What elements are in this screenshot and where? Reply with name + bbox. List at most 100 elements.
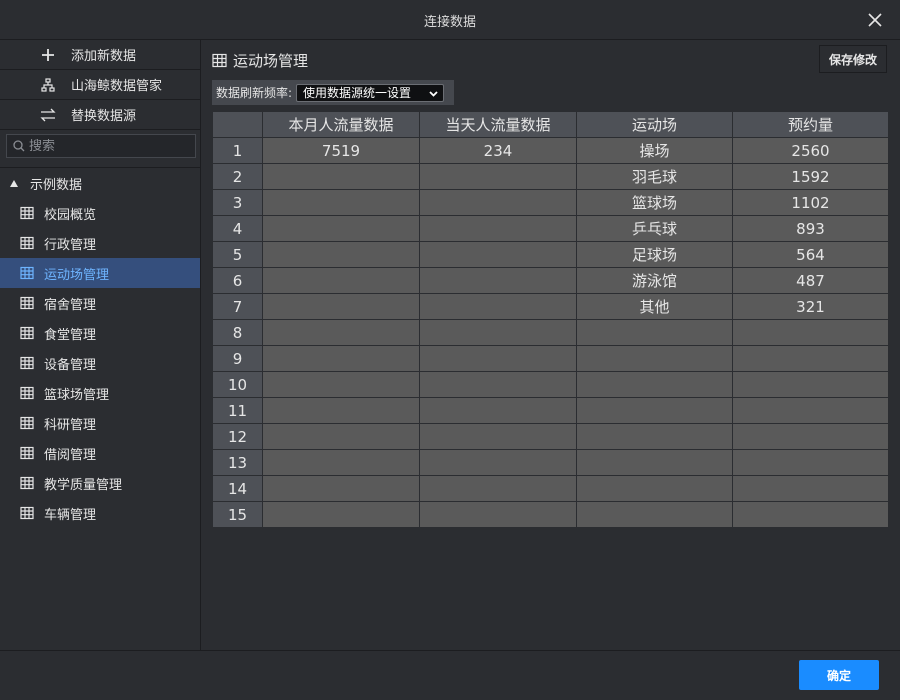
sidebar-item[interactable]: 教学质量管理 [0, 468, 200, 498]
table-cell[interactable] [419, 189, 577, 216]
table-cell[interactable] [419, 319, 577, 346]
table-cell[interactable] [262, 397, 420, 424]
table-cell[interactable] [262, 423, 420, 450]
replace-source-button[interactable]: 替换数据源 [0, 100, 200, 130]
column-header[interactable]: 运动场 [576, 111, 733, 138]
table-cell[interactable] [732, 345, 889, 372]
table-cell[interactable] [262, 371, 420, 398]
table-cell[interactable] [576, 501, 733, 528]
table-cell[interactable] [419, 215, 577, 242]
table-cell[interactable]: 487 [732, 267, 889, 294]
table-cell[interactable] [419, 475, 577, 502]
table-cell[interactable] [419, 423, 577, 450]
table-cell[interactable] [262, 163, 420, 190]
table-cell[interactable] [262, 345, 420, 372]
table-cell[interactable]: 893 [732, 215, 889, 242]
table-cell[interactable]: 足球场 [576, 241, 733, 268]
table-cell[interactable]: 564 [732, 241, 889, 268]
sidebar-item[interactable]: 食堂管理 [0, 318, 200, 348]
table-cell[interactable] [419, 163, 577, 190]
row-number-cell[interactable]: 8 [212, 319, 263, 346]
row-number-cell[interactable]: 1 [212, 137, 263, 164]
table-cell[interactable] [419, 267, 577, 294]
sidebar-item[interactable]: 行政管理 [0, 228, 200, 258]
row-number-cell[interactable]: 5 [212, 241, 263, 268]
row-number-cell[interactable]: 14 [212, 475, 263, 502]
table-cell[interactable]: 321 [732, 293, 889, 320]
row-number-cell[interactable]: 4 [212, 215, 263, 242]
table-cell[interactable] [262, 501, 420, 528]
table-cell[interactable] [419, 241, 577, 268]
sidebar-item[interactable]: 运动场管理 [0, 258, 200, 288]
row-number-cell[interactable]: 12 [212, 423, 263, 450]
table-cell[interactable] [732, 475, 889, 502]
row-number-cell[interactable]: 9 [212, 345, 263, 372]
close-button[interactable] [866, 11, 884, 29]
column-header[interactable]: 当天人流量数据 [419, 111, 577, 138]
table-cell[interactable] [262, 475, 420, 502]
table-cell[interactable]: 操场 [576, 137, 733, 164]
sidebar-item[interactable]: 篮球场管理 [0, 378, 200, 408]
table-cell[interactable] [576, 319, 733, 346]
table-cell[interactable]: 1592 [732, 163, 889, 190]
table-cell[interactable] [419, 397, 577, 424]
sidebar-item[interactable]: 设备管理 [0, 348, 200, 378]
table-cell[interactable] [262, 267, 420, 294]
table-cell[interactable] [262, 449, 420, 476]
table-cell[interactable] [576, 371, 733, 398]
table-cell[interactable] [576, 475, 733, 502]
tree-root-sample-data[interactable]: 示例数据 [0, 168, 200, 198]
table-cell[interactable] [262, 319, 420, 346]
row-number-cell[interactable]: 15 [212, 501, 263, 528]
table-cell[interactable] [262, 241, 420, 268]
table-cell[interactable] [419, 449, 577, 476]
row-number-cell[interactable]: 13 [212, 449, 263, 476]
row-number-cell[interactable]: 3 [212, 189, 263, 216]
table-cell[interactable] [732, 319, 889, 346]
column-header[interactable]: 预约量 [732, 111, 889, 138]
table-cell[interactable] [576, 423, 733, 450]
table-cell[interactable] [419, 371, 577, 398]
table-cell[interactable] [732, 371, 889, 398]
row-number-cell[interactable]: 7 [212, 293, 263, 320]
table-cell[interactable] [732, 449, 889, 476]
search-input[interactable] [29, 138, 189, 154]
table-cell[interactable] [419, 293, 577, 320]
data-manager-button[interactable]: 山海鲸数据管家 [0, 70, 200, 100]
table-cell[interactable] [576, 345, 733, 372]
table-cell[interactable]: 羽毛球 [576, 163, 733, 190]
table-cell[interactable]: 乒乓球 [576, 215, 733, 242]
sidebar-item[interactable]: 车辆管理 [0, 498, 200, 528]
table-cell[interactable] [262, 189, 420, 216]
column-header[interactable]: 本月人流量数据 [262, 111, 420, 138]
table-cell[interactable]: 游泳馆 [576, 267, 733, 294]
table-cell[interactable] [732, 423, 889, 450]
refresh-frequency-select[interactable]: 使用数据源统一设置 [296, 83, 445, 102]
table-cell[interactable]: 234 [419, 137, 577, 164]
row-number-cell[interactable]: 2 [212, 163, 263, 190]
row-number-cell[interactable]: 6 [212, 267, 263, 294]
table-cell[interactable] [576, 397, 733, 424]
row-number-cell[interactable]: 11 [212, 397, 263, 424]
table-cell[interactable] [576, 449, 733, 476]
table-cell[interactable]: 其他 [576, 293, 733, 320]
row-number-cell[interactable]: 10 [212, 371, 263, 398]
sidebar-item[interactable]: 科研管理 [0, 408, 200, 438]
confirm-button[interactable]: 确定 [799, 660, 879, 690]
table-cell[interactable] [262, 293, 420, 320]
add-data-button[interactable]: 添加新数据 [0, 40, 200, 70]
table-cell[interactable]: 篮球场 [576, 189, 733, 216]
save-button[interactable]: 保存修改 [819, 45, 887, 73]
table-cell[interactable] [732, 501, 889, 528]
sidebar-item[interactable]: 宿舍管理 [0, 288, 200, 318]
table-cell[interactable] [419, 501, 577, 528]
table-cell[interactable] [419, 345, 577, 372]
table-cell[interactable]: 7519 [262, 137, 420, 164]
table-cell[interactable]: 2560 [732, 137, 889, 164]
table-corner-cell[interactable] [212, 111, 263, 138]
table-cell[interactable] [262, 215, 420, 242]
table-cell[interactable]: 1102 [732, 189, 889, 216]
table-cell[interactable] [732, 397, 889, 424]
sidebar-item[interactable]: 校园概览 [0, 198, 200, 228]
sidebar-item[interactable]: 借阅管理 [0, 438, 200, 468]
